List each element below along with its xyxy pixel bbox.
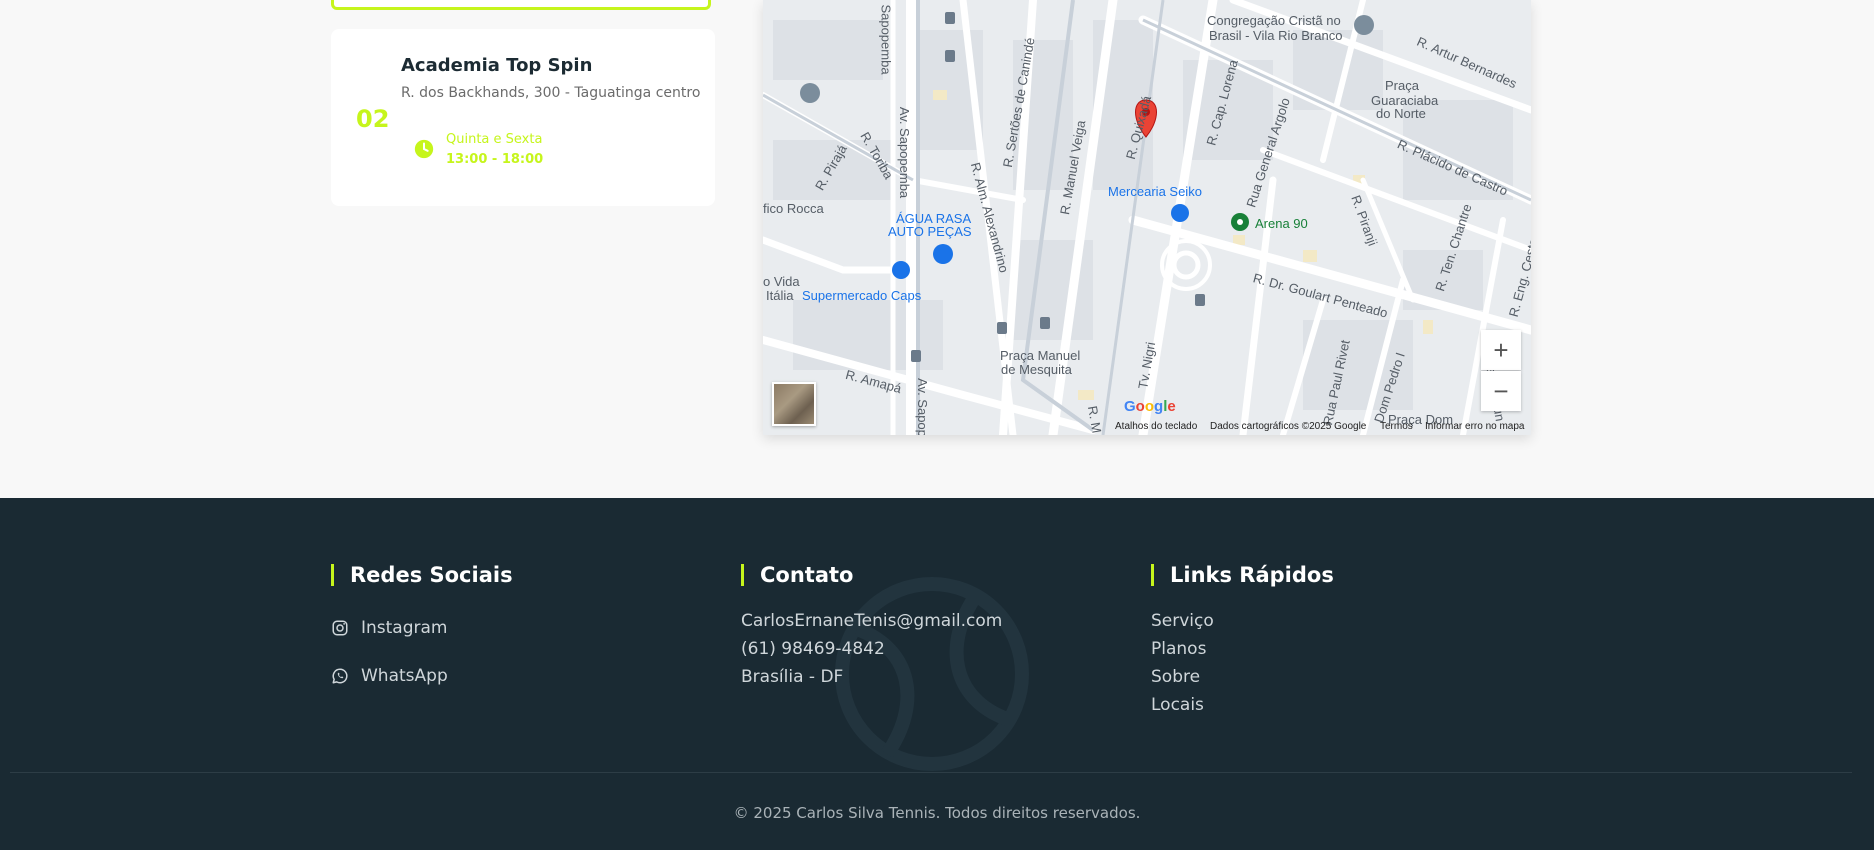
whatsapp-label: WhatsApp [361,666,448,686]
zoom-out-button[interactable]: − [1481,371,1521,411]
locations-section: 02 Academia Top Spin R. dos Backhands, 3… [0,0,1874,498]
location-name: Academia Top Spin [401,55,593,76]
contact-title: Contato [741,564,853,586]
copyright-text: © 2025 Carlos Silva Tennis. Todos direit… [733,804,1141,822]
quick-links-title: Links Rápidos [1151,564,1334,586]
satellite-toggle[interactable] [772,382,816,426]
social-title: Redes Sociais [331,564,513,586]
terms-link[interactable]: Termos [1380,421,1413,432]
location-card-previous[interactable] [331,0,711,10]
map-embed[interactable]: Congregação Cristã no Brasil - Vila Rio … [763,0,1531,435]
quick-link-locais[interactable]: Locais [1151,695,1204,715]
map-label-italia: Itália [766,288,794,303]
whatsapp-link[interactable]: WhatsApp [331,666,448,686]
map-label-av-sapopemba: Av. Sapopemba [897,106,913,199]
map-label-arena[interactable]: Arena 90 [1255,216,1308,231]
whatsapp-icon [332,668,348,684]
instagram-link[interactable]: Instagram [331,618,448,638]
map-label-congregacao-2: Brasil - Vila Rio Branco [1209,28,1343,43]
map-label-sapopemba: Sapopemba [878,4,894,75]
contact-phone[interactable]: (61) 98469-4842 [741,639,885,659]
location-hours: 13:00 - 18:00 [446,152,544,167]
clock-icon [414,139,434,159]
map-label-vida: o Vida [763,274,800,289]
map-label-supermercado[interactable]: Supermercado Caps [802,288,921,303]
instagram-label: Instagram [361,618,448,638]
location-card[interactable]: 02 Academia Top Spin R. dos Backhands, 3… [331,29,715,206]
location-address: R. dos Backhands, 300 - Taguatinga centr… [401,85,701,101]
instagram-icon [332,620,348,636]
site-footer: Redes Sociais Instagram WhatsApp Contato… [0,498,1874,850]
report-error-link[interactable]: Informar erro no mapa [1425,421,1525,432]
map-data-attribution: Dados cartográficos ©2025 Google [1210,421,1367,432]
map-label-agua-rasa-2[interactable]: AUTO PEÇAS [888,224,972,239]
map-label-av-sapop: Av. Sapop [914,378,930,435]
google-logo: Google [1124,398,1176,415]
location-days: Quinta e Sexta [446,132,543,147]
map-label-mercearia[interactable]: Mercearia Seiko [1108,184,1202,199]
map-label-congregacao: Congregação Cristã no [1207,13,1341,28]
tennis-ball-icon [835,577,1029,771]
keyboard-shortcuts-link[interactable]: Atalhos do teclado [1115,421,1197,432]
zoom-in-button[interactable]: + [1481,330,1521,370]
footer-divider [10,772,1852,773]
location-number: 02 [356,105,390,133]
map-label-praca-manuel-2: de Mesquita [1001,362,1072,377]
quick-link-planos[interactable]: Planos [1151,639,1206,659]
map-label-praca-guara-3: do Norte [1376,106,1426,121]
quick-link-sobre[interactable]: Sobre [1151,667,1200,687]
map-label-praca-guara-1: Praça [1385,78,1419,93]
map-label-rocca: fico Rocca [763,201,824,216]
map-label-praca-manuel-1: Praça Manuel [1000,348,1081,363]
quick-link-servico[interactable]: Serviço [1151,611,1214,631]
contact-location: Brasília - DF [741,667,844,687]
contact-email[interactable]: CarlosErnaneTenis@gmail.com [741,611,1002,631]
